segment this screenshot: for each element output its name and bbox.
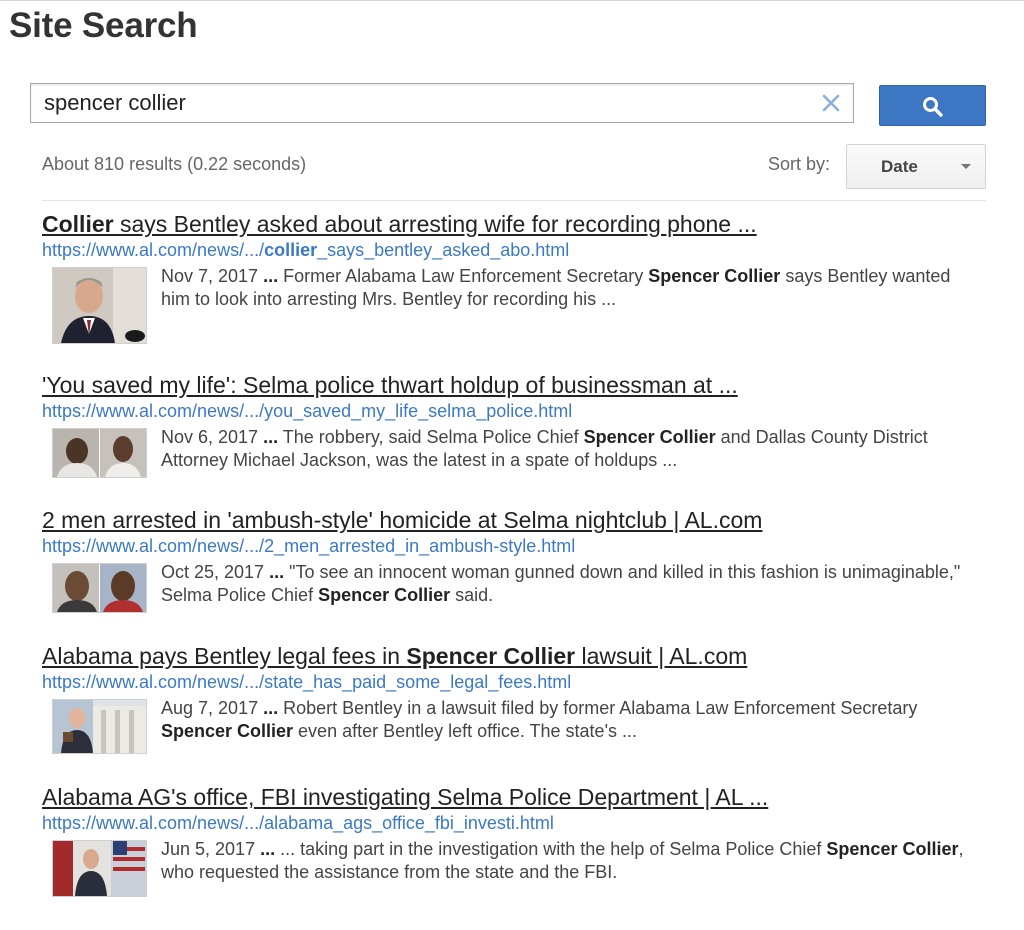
search-result: 2 men arrested in 'ambush-style' homicid… [42, 506, 986, 641]
result-title-link[interactable]: Alabama AG's office, FBI investigating S… [42, 783, 986, 811]
result-snippet: Nov 7, 2017 ... Former Alabama Law Enfor… [161, 266, 951, 309]
result-title-link[interactable]: 2 men arrested in 'ambush-style' homicid… [42, 506, 986, 534]
search-result: Alabama AG's office, FBI investigating S… [42, 783, 986, 918]
chevron-down-icon [961, 164, 971, 169]
search-input[interactable] [32, 85, 812, 121]
result-snippet: Oct 25, 2017 ... "To see an innocent wom… [161, 562, 961, 605]
result-url-link[interactable]: https://www.al.com/news/.../collier_says… [42, 239, 986, 261]
result-title-link[interactable]: Alabama pays Bentley legal fees in Spenc… [42, 642, 986, 670]
result-url-link[interactable]: https://www.al.com/news/.../you_saved_my… [42, 400, 986, 422]
search-result: Collier says Bentley asked about arresti… [42, 210, 986, 345]
search-box [30, 83, 854, 123]
divider [42, 200, 986, 201]
page-title: Site Search [9, 6, 198, 45]
sort-value: Date [881, 157, 918, 176]
search-button[interactable] [879, 85, 986, 126]
result-snippet: Aug 7, 2017 ... Robert Bentley in a laws… [161, 698, 918, 741]
sort-label: Sort by: [768, 154, 831, 174]
sort-dropdown[interactable]: Date [846, 144, 986, 189]
result-snippet: Jun 5, 2017 ... ... taking part in the i… [161, 839, 964, 882]
result-snippet: Nov 6, 2017 ... The robbery, said Selma … [161, 427, 928, 470]
result-thumbnail[interactable] [52, 840, 147, 897]
result-url-link[interactable]: https://www.al.com/news/.../alabama_ags_… [42, 812, 986, 834]
result-thumbnail[interactable] [52, 267, 147, 344]
result-count: About 810 results (0.22 seconds) [42, 154, 307, 174]
result-url-link[interactable]: https://www.al.com/news/.../2_men_arrest… [42, 535, 986, 557]
result-url-link[interactable]: https://www.al.com/news/.../state_has_pa… [42, 671, 986, 693]
result-thumbnail[interactable] [52, 563, 147, 613]
clear-icon[interactable] [819, 91, 843, 115]
result-thumbnail[interactable] [52, 428, 147, 478]
search-result: Alabama pays Bentley legal fees in Spenc… [42, 642, 986, 777]
result-title-link[interactable]: Collier says Bentley asked about arresti… [42, 210, 986, 238]
search-result: 'You saved my life': Selma police thwart… [42, 371, 986, 506]
result-thumbnail[interactable] [52, 699, 147, 754]
result-title-link[interactable]: 'You saved my life': Selma police thwart… [42, 371, 986, 399]
top-border [0, 0, 1024, 1]
